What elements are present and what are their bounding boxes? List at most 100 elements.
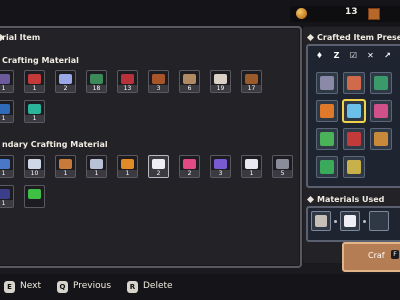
item-count: 1 [56,170,75,177]
material-used-slot[interactable] [369,211,389,231]
hint-delete[interactable]: Delete [143,281,173,291]
item-count: 1 [0,200,13,207]
wand-icon [347,76,361,90]
material-slot[interactable]: 2 [55,70,76,93]
panel-title: rial Item [2,33,41,42]
preset-slot[interactable] [316,128,338,150]
material-slot[interactable]: 1 [24,100,45,123]
section-title-secondary: ndary Crafting Material [2,140,108,149]
gold-amount: 13 [345,7,358,17]
green-herb-icon [90,74,103,84]
feather-icon [28,159,41,169]
spider-icon [152,74,165,84]
material-slot[interactable]: 3 [148,70,169,93]
material-slot[interactable]: 6 [179,70,200,93]
mushroom-icon [183,74,196,84]
item-count: 1 [242,170,261,177]
preset-slot[interactable] [370,72,392,94]
gold-shield-icon [347,160,361,174]
blue-scale-icon [0,159,10,169]
item-count: 1 [0,170,13,177]
item-count: 2 [56,85,75,92]
preset-title: Crafted Item Preset [317,33,400,42]
hint-previous[interactable]: Previous [73,281,111,291]
red-gem-icon [28,74,41,84]
item-count: 18 [87,85,106,92]
item-count: 1 [0,85,13,92]
material-slot[interactable]: 1 [24,70,45,93]
item-count: 1 [87,170,106,177]
log-icon [245,74,258,84]
material-slot[interactable]: 2 [148,155,169,178]
bandage-icon [214,74,227,84]
item-count: 3 [211,170,230,177]
material-slot[interactable]: 1 [86,155,107,178]
hourglass-icon [59,159,72,169]
hint-next[interactable]: Next [20,281,41,291]
section-title-crafting: Crafting Material [2,56,79,65]
gold-coin-icon [296,8,307,19]
pink-dagger-icon [374,104,388,118]
fire-staff-icon [320,104,334,118]
preset-tab[interactable]: ↗ [382,50,393,61]
item-count: 3 [149,85,168,92]
preset-slot[interactable] [316,156,338,178]
crimson-sword-icon [347,132,361,146]
preset-slot[interactable] [316,72,338,94]
green-blade-icon [374,76,388,90]
item-count: 1 [118,170,137,177]
shield-fragment-icon [90,159,103,169]
preset-slot[interactable] [343,128,365,150]
material-slot[interactable]: 1 [241,155,262,178]
empty-slot-icon [373,215,385,227]
preset-tab[interactable]: ☑ [348,50,359,61]
material-slot[interactable]: 19 [210,70,231,93]
material-slot[interactable]: 1 [0,100,14,123]
preset-tab[interactable]: Z [331,50,342,61]
preset-slot[interactable] [370,100,392,122]
material-slot[interactable]: 1 [0,155,14,178]
quill-icon [245,159,258,169]
material-slot[interactable]: 17 [241,70,262,93]
white-crystal-icon [344,215,356,227]
material-slot[interactable]: 1 [55,155,76,178]
preset-slot[interactable] [343,156,365,178]
item-count: 5 [273,170,292,177]
material-used-slot[interactable] [311,211,331,231]
pink-vial-icon [183,159,196,169]
material-slot[interactable]: 1 [0,70,14,93]
key-q-icon: Q [57,281,68,293]
red-crystal-icon [121,74,134,84]
blue-flask-icon [0,104,10,114]
material-slot[interactable]: 1 [117,155,138,178]
material-slot[interactable]: 5 [272,155,293,178]
preset-tab[interactable]: ♦ [314,50,325,61]
preset-tab[interactable]: ✕ [365,50,376,61]
item-count: 13 [118,85,137,92]
preset-slot[interactable] [343,72,365,94]
green-spear-icon [320,160,334,174]
teal-potion-icon [28,104,41,114]
scroll-icon [0,74,10,84]
material-slot[interactable]: 2 [179,155,200,178]
material-slot[interactable]: 13 [117,70,138,93]
materials-title: Materials Used [317,195,385,204]
craft-key-icon: F [391,250,399,259]
material-slot[interactable]: 3 [210,155,231,178]
chest-icon [368,8,380,20]
item-count: 2 [180,170,199,177]
preset-slot[interactable] [343,100,365,122]
material-slot[interactable]: 10 [24,155,45,178]
preset-slot[interactable] [370,128,392,150]
material-used-slot[interactable] [340,211,360,231]
mushroom-icon [315,215,327,227]
dark-vial-icon [0,189,10,199]
item-count: 19 [211,85,230,92]
material-slot[interactable]: 1 [0,185,14,208]
material-slot[interactable] [24,185,45,208]
bronze-axe-icon [374,132,388,146]
material-slot[interactable]: 18 [86,70,107,93]
purple-cube-icon [214,159,227,169]
preset-slot[interactable] [316,100,338,122]
item-count: 6 [180,85,199,92]
